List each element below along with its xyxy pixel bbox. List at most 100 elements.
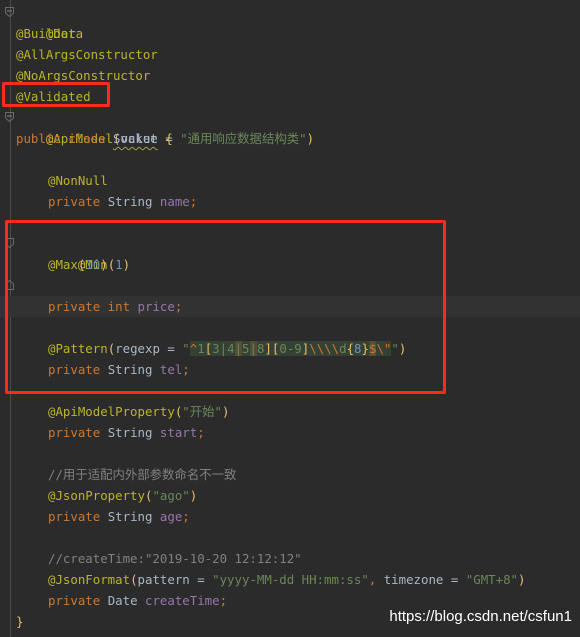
code-line[interactable]: @NonNull xyxy=(0,170,580,191)
code-line[interactable]: private String start; xyxy=(0,422,580,443)
annotation-pattern: @Pattern xyxy=(48,341,108,356)
semicolon: ; xyxy=(189,194,198,209)
code-line[interactable]: @ApiModelProperty("开始") xyxy=(0,401,580,422)
annotation-validated: @Validated xyxy=(16,89,91,104)
comment: //createTime:"2019-10-20 12:12:12" xyxy=(48,551,302,566)
field-name: name xyxy=(159,194,190,209)
regex-pipe: | xyxy=(249,341,257,356)
annotation-non-null: @NonNull xyxy=(48,173,108,188)
regex-escape: \\\\ xyxy=(309,341,340,356)
field-name: tel xyxy=(159,362,183,377)
regex-pipe: | xyxy=(219,341,228,356)
semicolon: ; xyxy=(219,593,228,608)
regex-literal: ^1[3|4|5|8][0-9]\\\\d{8}$\" xyxy=(189,341,392,356)
keyword: private xyxy=(48,593,108,608)
semicolon: ; xyxy=(174,299,183,314)
code-line[interactable]: @Validated xyxy=(0,86,580,107)
keyword: private xyxy=(48,425,108,440)
paren: ) xyxy=(189,488,198,503)
regex-brace: } xyxy=(361,341,369,356)
regex-escape: \" xyxy=(376,341,392,356)
code-line[interactable]: public class Socket { xyxy=(0,128,580,149)
annotation-max: @Max xyxy=(48,257,78,272)
regex-char: 1 xyxy=(197,341,205,356)
code-editor[interactable]: @Data @Builder @AllArgsConstructor @NoAr… xyxy=(0,2,580,632)
regex-bracket: ] xyxy=(264,341,272,356)
code-line-blank[interactable] xyxy=(0,317,580,338)
param-key: pattern = xyxy=(137,572,213,587)
type: String xyxy=(107,362,160,377)
code-line-blank[interactable] xyxy=(0,149,580,170)
param-key: timezone = xyxy=(383,572,466,587)
code-line-blank[interactable] xyxy=(0,527,580,548)
code-line-current[interactable]: private int price; xyxy=(0,296,580,317)
type: String xyxy=(107,425,160,440)
code-line[interactable]: @Builder xyxy=(0,23,580,44)
param-key: regexp = xyxy=(115,341,183,356)
semicolon: ; xyxy=(182,509,190,524)
fold-toggle-icon[interactable] xyxy=(5,238,14,248)
type: Date xyxy=(107,593,145,608)
paren: ) xyxy=(222,404,230,419)
code-line[interactable]: @Data xyxy=(0,2,580,41)
keyword: public class xyxy=(16,131,113,146)
semicolon: ; xyxy=(197,425,205,440)
regex-char: 4 xyxy=(227,341,235,356)
watermark: https://blog.csdn.net/csfun1 xyxy=(389,608,572,625)
comment: //用于适配内外部参数命名不一致 xyxy=(48,467,237,482)
annotation-api-model-property: @ApiModelProperty xyxy=(48,404,175,419)
code-line[interactable]: //createTime:"2019-10-20 12:12:12" xyxy=(0,548,580,569)
string-literal: "ago" xyxy=(152,488,190,503)
semicolon: ; xyxy=(182,362,190,377)
code-line-blank[interactable] xyxy=(0,380,580,401)
fold-end-icon[interactable] xyxy=(5,280,14,290)
code-line[interactable]: @NoArgsConstructor xyxy=(0,65,580,86)
number-literal: 10 xyxy=(85,257,101,272)
keyword: private xyxy=(48,194,108,209)
regex-pipe: | xyxy=(234,341,243,356)
paren: ) xyxy=(518,572,526,587)
code-line[interactable]: @NotEmpty xyxy=(0,275,580,314)
regex-quantifier: 8 xyxy=(354,341,362,356)
annotation-json-property: @JsonProperty xyxy=(48,488,145,503)
keyword: private xyxy=(48,509,108,524)
class-name[interactable]: Socket xyxy=(113,131,158,146)
paren: ( xyxy=(130,572,138,587)
string-literal: "开始" xyxy=(182,404,222,419)
quote: " xyxy=(182,341,190,356)
code-line[interactable]: @Max(10) xyxy=(0,254,580,275)
fold-toggle-icon[interactable] xyxy=(5,112,14,122)
code-line[interactable]: @JsonProperty("ago") xyxy=(0,485,580,506)
paren: ) xyxy=(398,341,407,356)
code-line-blank[interactable] xyxy=(0,212,580,233)
fold-toggle-icon[interactable] xyxy=(5,7,14,17)
code-line[interactable]: @Min(1) xyxy=(0,233,580,272)
code-line[interactable]: private String tel; xyxy=(0,359,580,380)
keyword: private int xyxy=(48,299,138,314)
code-line[interactable]: //用于适配内外部参数命名不一致 xyxy=(0,464,580,485)
type: String xyxy=(107,509,160,524)
brace: { xyxy=(157,131,173,146)
regex-brace: { xyxy=(346,341,355,356)
code-line-blank[interactable] xyxy=(0,443,580,464)
regex-char: 5 xyxy=(242,341,250,356)
annotation-all-args-constructor: @AllArgsConstructor xyxy=(16,47,158,62)
annotation-no-args-constructor: @NoArgsConstructor xyxy=(16,68,151,83)
code-line[interactable]: @ApiModel(value = "通用响应数据结构类") xyxy=(0,107,580,146)
code-line[interactable]: private String name; xyxy=(0,191,580,212)
regex-char: d xyxy=(339,341,347,356)
string-literal: "GMT+8" xyxy=(465,572,518,587)
code-line[interactable]: private String age; xyxy=(0,506,580,527)
comma: , xyxy=(368,572,384,587)
code-line[interactable]: @AllArgsConstructor xyxy=(0,44,580,65)
string-literal: "yyyy-MM-dd HH:mm:ss" xyxy=(212,572,369,587)
field-name: price xyxy=(137,299,175,314)
code-line[interactable]: @Pattern(regexp = "^1[3|4|5|8][0-9]\\\\d… xyxy=(0,338,580,359)
quote: " xyxy=(391,341,399,356)
field-name: createTime xyxy=(145,593,220,608)
field-name: start xyxy=(159,425,198,440)
type: String xyxy=(107,194,160,209)
closing-brace: } xyxy=(16,614,24,629)
code-line[interactable]: @JsonFormat(pattern = "yyyy-MM-dd HH:mm:… xyxy=(0,569,580,590)
field-name: age xyxy=(159,509,183,524)
